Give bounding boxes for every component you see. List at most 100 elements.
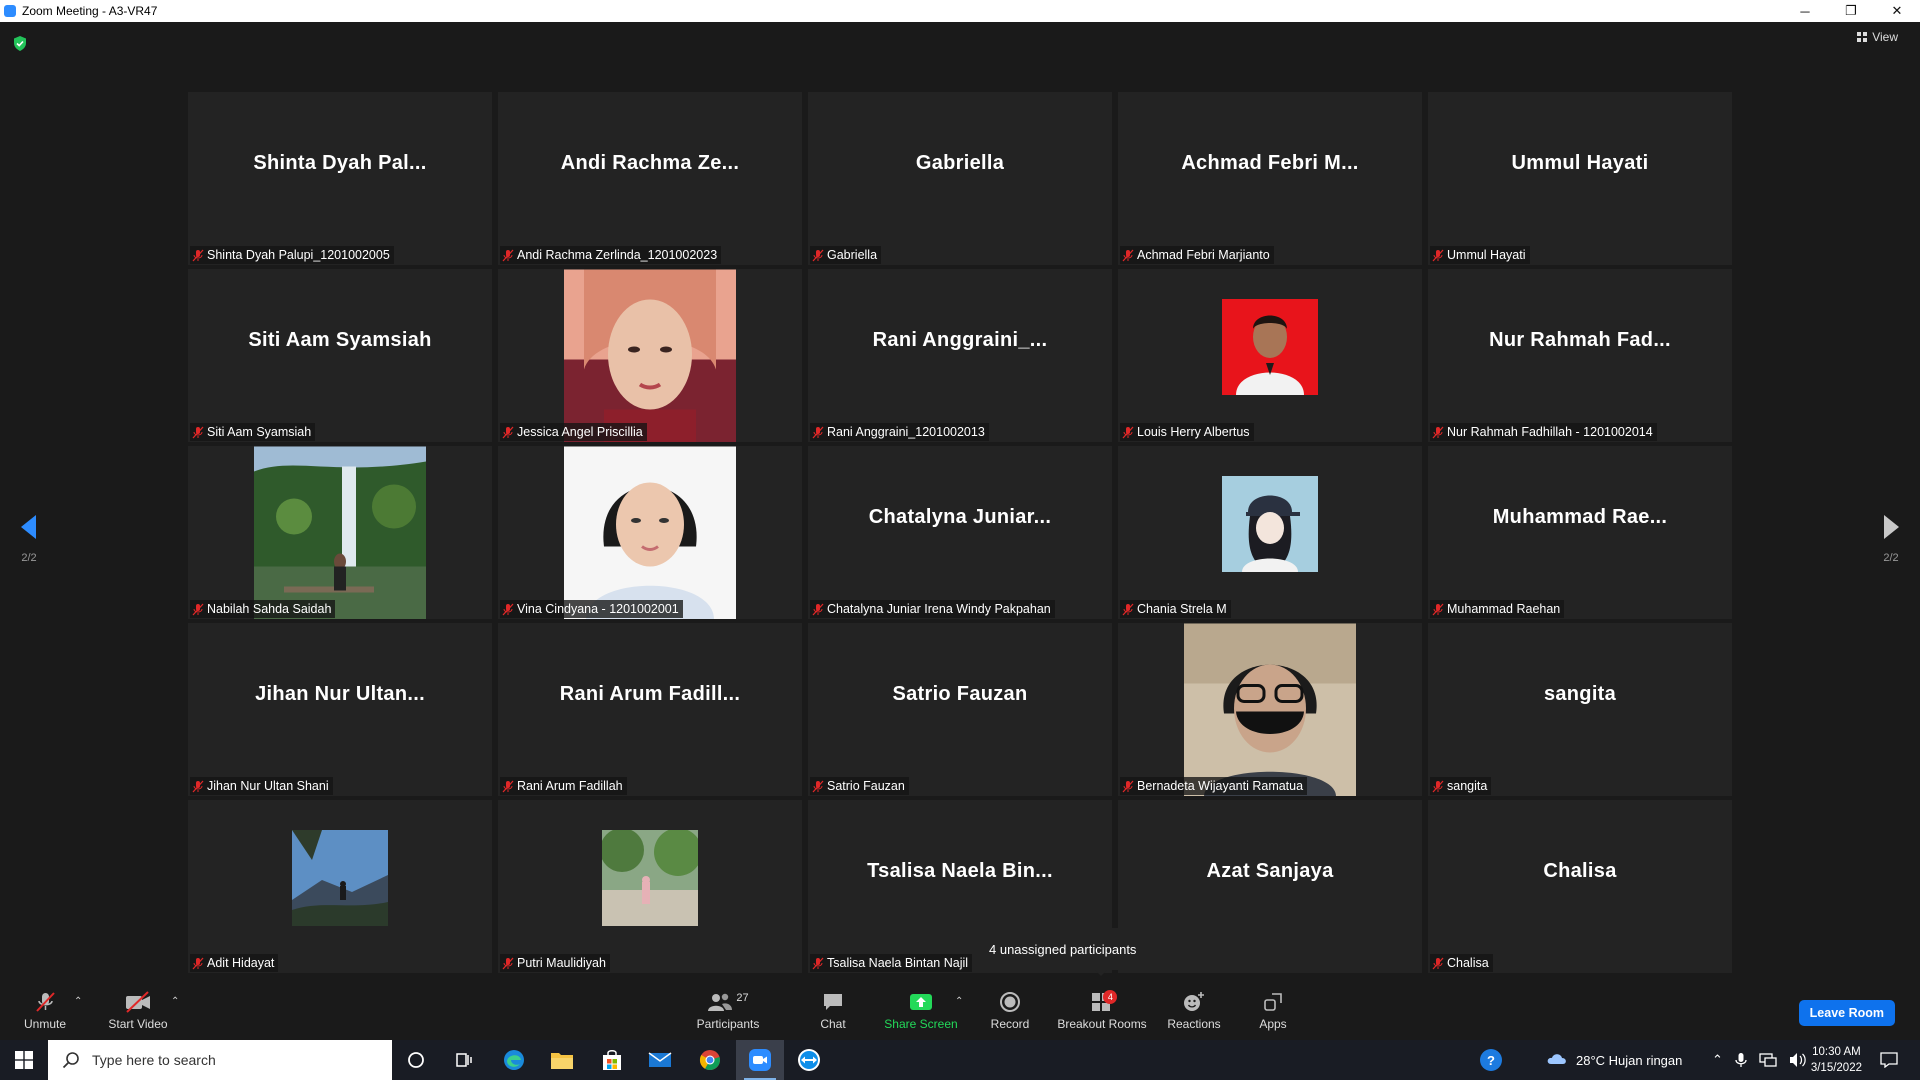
chrome-taskbar-button[interactable] bbox=[686, 1040, 734, 1080]
participant-tile[interactable]: Rani Arum Fadill... Rani Arum Fadillah bbox=[498, 623, 802, 796]
search-placeholder: Type here to search bbox=[92, 1052, 216, 1068]
participants-button[interactable]: 27 Participants bbox=[693, 980, 763, 1040]
participant-tile[interactable]: Nur Rahmah Fad... Nur Rahmah Fadhillah - … bbox=[1428, 269, 1732, 442]
participant-video bbox=[600, 827, 702, 926]
help-tray-icon[interactable]: ? bbox=[1480, 1040, 1502, 1080]
participant-display-name: Siti Aam Syamsiah bbox=[248, 329, 432, 351]
participant-name-label: Nur Rahmah Fadhillah - 1201002014 bbox=[1430, 423, 1657, 441]
participant-name: Vina Cindyana - 1201002001 bbox=[517, 602, 679, 616]
participant-name: Chania Strela M bbox=[1137, 602, 1227, 616]
volume-tray-icon[interactable] bbox=[1789, 1052, 1807, 1068]
start-video-button[interactable]: Start Video bbox=[106, 980, 170, 1040]
chat-button[interactable]: Chat bbox=[808, 980, 858, 1040]
encryption-shield-icon[interactable] bbox=[13, 36, 27, 51]
audio-options-caret[interactable]: ⌃ bbox=[74, 996, 82, 1007]
participant-video bbox=[564, 269, 736, 442]
participant-name: Louis Herry Albertus bbox=[1137, 425, 1250, 439]
mic-muted-icon bbox=[1432, 957, 1444, 969]
microphone-tray-icon[interactable] bbox=[1735, 1052, 1747, 1068]
participant-tile[interactable]: Vina Cindyana - 1201002001 bbox=[498, 446, 802, 619]
taskbar-clock[interactable]: 10:30 AM 3/15/2022 bbox=[1811, 1044, 1862, 1076]
close-button[interactable]: ✕ bbox=[1874, 0, 1920, 22]
participant-tile[interactable]: Nabilah Sahda Saidah bbox=[188, 446, 492, 619]
zoom-taskbar-button[interactable] bbox=[736, 1040, 784, 1080]
window-title: Zoom Meeting - A3-VR47 bbox=[22, 4, 158, 18]
edge-icon bbox=[504, 1050, 524, 1070]
participant-name-label: Siti Aam Syamsiah bbox=[190, 423, 316, 441]
cortana-button[interactable] bbox=[392, 1040, 440, 1080]
participant-name-label: Ummul Hayati bbox=[1430, 246, 1530, 264]
participant-tile[interactable]: Satrio Fauzan Satrio Fauzan bbox=[808, 623, 1112, 796]
file-explorer-button[interactable] bbox=[538, 1040, 586, 1080]
task-view-icon bbox=[456, 1053, 472, 1067]
participant-name: Andi Rachma Zerlinda_1201002023 bbox=[517, 248, 718, 262]
participant-tile[interactable]: Jessica Angel Priscillia bbox=[498, 269, 802, 442]
tray-overflow-chevron-icon[interactable]: ⌃ bbox=[1712, 1052, 1723, 1068]
participant-display-name: Tsalisa Naela Bin... bbox=[867, 860, 1053, 882]
mail-taskbar-button[interactable] bbox=[636, 1040, 684, 1080]
video-options-caret[interactable]: ⌃ bbox=[171, 996, 179, 1007]
share-screen-button[interactable]: Share Screen bbox=[880, 980, 962, 1040]
participant-tile[interactable]: Rani Anggraini_... Rani Anggraini_1201002… bbox=[808, 269, 1112, 442]
participants-label: Participants bbox=[696, 1017, 760, 1031]
participant-tile[interactable]: sangita sangita bbox=[1428, 623, 1732, 796]
clock-date: 3/15/2022 bbox=[1810, 1062, 1862, 1074]
unassigned-participants-tooltip: 4 unassigned participants bbox=[973, 928, 1228, 976]
apps-button[interactable]: Apps bbox=[1253, 980, 1293, 1040]
participant-tile[interactable]: Andi Rachma Ze... Andi Rachma Zerlinda_12… bbox=[498, 92, 802, 265]
mic-muted-icon bbox=[812, 780, 824, 792]
participant-tile[interactable]: Siti Aam Syamsiah Siti Aam Syamsiah bbox=[188, 269, 492, 442]
participant-tile[interactable]: Chatalyna Juniar... Chatalyna Juniar Iren… bbox=[808, 446, 1112, 619]
arrow-left-icon[interactable] bbox=[21, 515, 37, 539]
participant-name-label: Rani Arum Fadillah bbox=[500, 777, 627, 795]
participant-tile[interactable]: Gabriella Gabriella bbox=[808, 92, 1112, 265]
participant-name-label: Andi Rachma Zerlinda_1201002023 bbox=[500, 246, 722, 264]
participant-tile[interactable]: Chania Strela M bbox=[1118, 446, 1422, 619]
view-button[interactable]: View bbox=[1857, 30, 1898, 44]
participant-display-name: Andi Rachma Ze... bbox=[560, 152, 740, 174]
network-tray-icon[interactable] bbox=[1759, 1052, 1777, 1068]
breakout-rooms-label: Breakout Rooms bbox=[1057, 1017, 1147, 1031]
participant-name-label: Rani Anggraini_1201002013 bbox=[810, 423, 989, 441]
reactions-button[interactable]: Reactions bbox=[1167, 980, 1221, 1040]
store-taskbar-button[interactable] bbox=[588, 1040, 636, 1080]
participant-tile[interactable]: Shinta Dyah Pal... Shinta Dyah Palupi_120… bbox=[188, 92, 492, 265]
participant-display-name: Ummul Hayati bbox=[1511, 152, 1649, 174]
participant-tile[interactable]: Bernadeta Wijayanti Ramatua bbox=[1118, 623, 1422, 796]
weather-widget[interactable]: 28°C Hujan ringan bbox=[1546, 1040, 1682, 1080]
participant-tile[interactable]: Putri Maulidiyah bbox=[498, 800, 802, 973]
participant-tile[interactable]: Adit Hidayat bbox=[188, 800, 492, 973]
task-view-button[interactable] bbox=[440, 1040, 488, 1080]
mic-muted-icon bbox=[812, 249, 824, 261]
participant-name-label: Gabriella bbox=[810, 246, 882, 264]
edge-taskbar-button[interactable] bbox=[490, 1040, 538, 1080]
mic-muted-icon bbox=[1432, 603, 1444, 615]
page-previous[interactable]: 2/2 bbox=[14, 515, 44, 564]
participant-display-name: Chalisa bbox=[1543, 860, 1617, 882]
arrow-right-icon[interactable] bbox=[1883, 515, 1899, 539]
participant-tile[interactable]: Jihan Nur Ultan... Jihan Nur Ultan Shani bbox=[188, 623, 492, 796]
participant-tile[interactable]: Ummul Hayati Ummul Hayati bbox=[1428, 92, 1732, 265]
unmute-button[interactable]: Unmute bbox=[20, 980, 70, 1040]
participant-tile[interactable]: Muhammad Rae... Muhammad Raehan bbox=[1428, 446, 1732, 619]
restore-button[interactable]: ❐ bbox=[1828, 0, 1874, 22]
taskbar-search-box[interactable]: Type here to search bbox=[48, 1040, 392, 1080]
participant-tile[interactable]: Louis Herry Albertus bbox=[1118, 269, 1422, 442]
zoom-app-icon bbox=[4, 5, 16, 17]
participant-display-name: Chatalyna Juniar... bbox=[868, 506, 1052, 528]
mic-muted-icon bbox=[1122, 249, 1134, 261]
leave-room-button[interactable]: Leave Room bbox=[1798, 1000, 1895, 1026]
notification-center-button[interactable] bbox=[1880, 1040, 1898, 1080]
zoom-icon bbox=[749, 1049, 771, 1071]
participant-tile[interactable]: Chalisa Chalisa bbox=[1428, 800, 1732, 973]
window-controls: ─ ❐ ✕ bbox=[1782, 0, 1920, 22]
breakout-rooms-button[interactable]: 4 Breakout Rooms bbox=[1056, 980, 1148, 1040]
page-next[interactable]: 2/2 bbox=[1876, 515, 1906, 564]
start-button[interactable] bbox=[0, 1040, 48, 1080]
minimize-button[interactable]: ─ bbox=[1782, 0, 1828, 22]
participant-tile[interactable]: Achmad Febri M... Achmad Febri Marjianto bbox=[1118, 92, 1422, 265]
share-options-caret[interactable]: ⌃ bbox=[955, 996, 963, 1007]
participant-video bbox=[292, 829, 388, 926]
teamviewer-taskbar-button[interactable] bbox=[785, 1040, 833, 1080]
record-button[interactable]: Record bbox=[985, 980, 1035, 1040]
